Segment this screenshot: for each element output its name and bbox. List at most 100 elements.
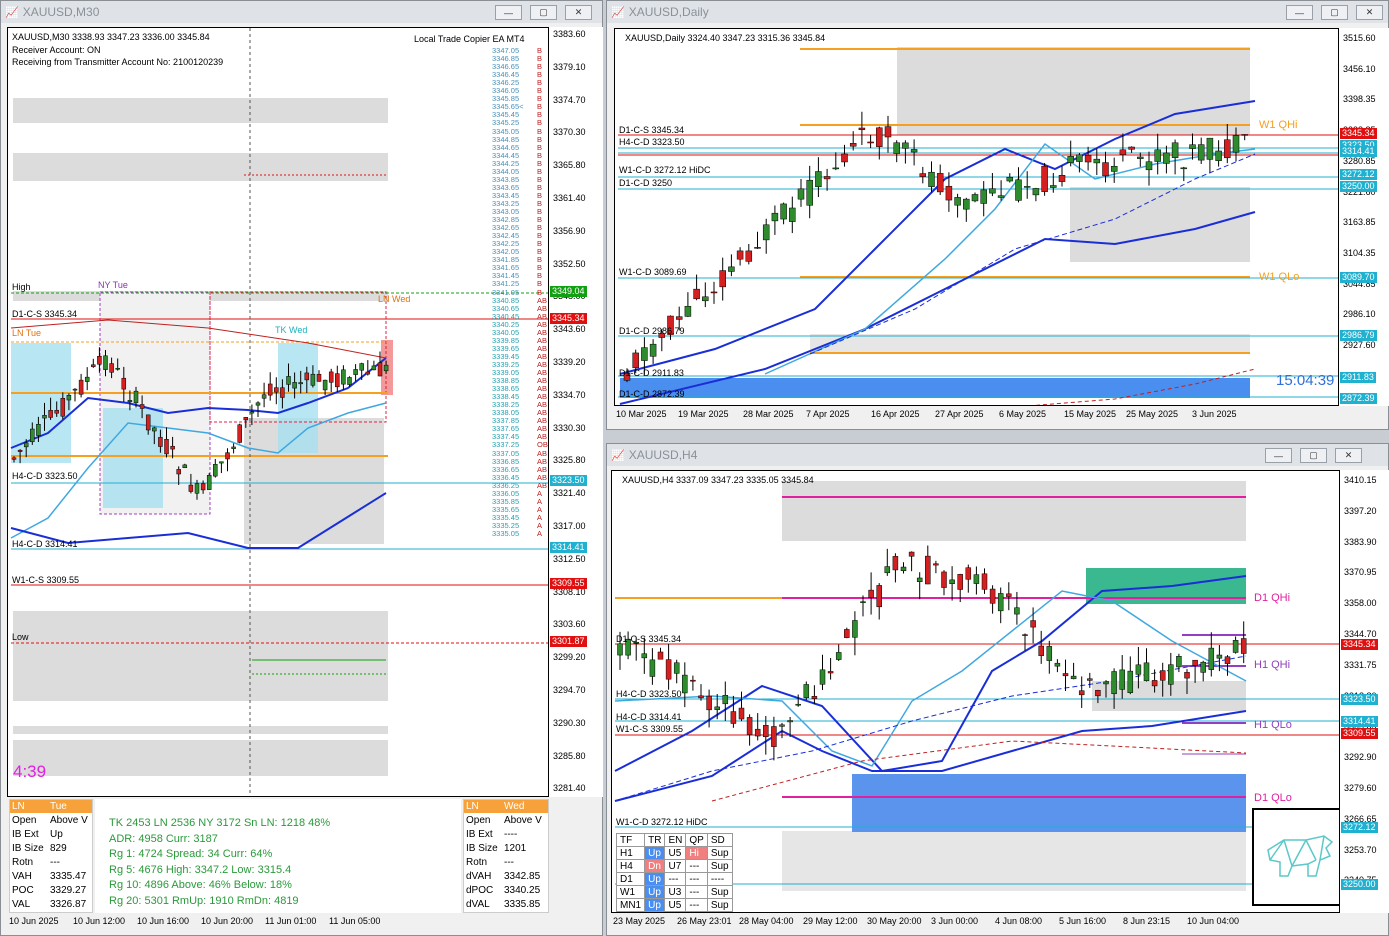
candle xyxy=(675,316,683,320)
level-w1-qhi: W1 QHi xyxy=(1259,119,1298,131)
level-d1-cs: D1-C-S 3345.34 xyxy=(12,309,78,319)
candle xyxy=(789,207,796,222)
candle xyxy=(706,695,712,711)
time-tick: 30 May 20:00 xyxy=(867,916,922,926)
time-tick: 7 Apr 2025 xyxy=(806,409,850,419)
close-button[interactable]: ✕ xyxy=(1335,448,1362,463)
price-tick: 2986.10 xyxy=(1343,309,1376,320)
trend-cell: Up xyxy=(644,885,666,899)
trend-row: W1 Up U3 --- Sup xyxy=(615,885,733,899)
trend-cell: W1 xyxy=(615,885,646,899)
candle xyxy=(206,475,212,490)
trend-cell: Hi xyxy=(685,846,708,860)
candle xyxy=(158,437,163,447)
candle xyxy=(1208,647,1215,670)
candle xyxy=(383,364,389,372)
candle xyxy=(641,653,648,659)
session-timer: 4:39 xyxy=(13,762,47,781)
candle xyxy=(728,266,735,272)
candle xyxy=(803,684,810,699)
candle xyxy=(30,428,35,443)
receiver-status: Receiver Account: ON xyxy=(12,45,101,55)
candle xyxy=(876,585,882,608)
trend-cell: ---- xyxy=(706,872,733,886)
candle xyxy=(736,250,744,260)
panel-label: dVAL xyxy=(466,899,490,910)
candle xyxy=(1232,135,1240,153)
candle xyxy=(1103,681,1109,685)
price-tag: 3323.50 xyxy=(550,475,587,486)
h4-window[interactable]: 📈 XAUUSD,H4 — ▢ ✕ XAUUSD,H4 3337.09 3347… xyxy=(606,443,1389,936)
candle xyxy=(884,126,892,138)
panel-value: 3335.47 xyxy=(50,871,87,882)
level-low: Low xyxy=(12,632,29,642)
candle xyxy=(858,127,866,130)
candle xyxy=(819,669,826,685)
minimize-button[interactable]: — xyxy=(1265,448,1292,463)
price-tick: 3370.95 xyxy=(1344,567,1377,578)
candle xyxy=(1084,154,1092,163)
panel-session: LN xyxy=(12,801,25,812)
time-tick: 3 Jun 00:00 xyxy=(931,916,979,926)
symbol-info: XAUUSD,H4 3337.09 3347.23 3335.05 3345.8… xyxy=(622,475,814,485)
candle xyxy=(261,394,267,399)
close-button[interactable]: ✕ xyxy=(1356,5,1383,20)
candle xyxy=(1050,185,1057,188)
trend-cell: TR xyxy=(644,833,666,847)
daily-window[interactable]: 📈 XAUUSD,Daily — ▢ ✕ XAUUSD,Daily 3324.4… xyxy=(606,0,1389,430)
candle xyxy=(916,577,923,582)
minimize-button[interactable]: — xyxy=(495,5,522,20)
m30-window[interactable]: 📈 XAUUSD,M30 — ▢ ✕ XAUUSD,M30 3338.93 33… xyxy=(0,0,603,936)
trend-cell: --- xyxy=(685,885,708,899)
price-tick: 3365.80 xyxy=(553,160,586,171)
price-tick: 3383.90 xyxy=(1344,536,1377,547)
h4-titlebar[interactable]: 📈 XAUUSD,H4 — ▢ ✕ xyxy=(607,444,1388,466)
candle xyxy=(823,176,831,180)
candle xyxy=(806,179,813,206)
panel-value: 3335.85 xyxy=(504,899,541,910)
candle xyxy=(771,212,779,222)
time-tick: 10 Jun 04:00 xyxy=(1187,916,1240,926)
level-w1-cd: W1-C-D 3089.69 xyxy=(619,267,687,277)
time-tick: 10 Mar 2025 xyxy=(616,409,667,419)
candle xyxy=(194,483,200,494)
candle xyxy=(1078,690,1085,696)
panel-header: LN Wed xyxy=(464,800,548,813)
price-tag: 3345.34 xyxy=(550,313,587,324)
trend-cell: EN xyxy=(664,833,687,847)
daily-chart[interactable]: XAUUSD,Daily 3324.40 3347.23 3315.36 334… xyxy=(614,28,1339,406)
trend-row: MN1 Up U5 --- Sup xyxy=(615,898,733,912)
close-button[interactable]: ✕ xyxy=(565,5,592,20)
candle xyxy=(1200,661,1206,673)
time-tick: 26 May 23:01 xyxy=(677,916,732,926)
trend-cell: Up xyxy=(644,898,666,912)
price-tag: 3345.34 xyxy=(1340,128,1377,139)
h4-chart[interactable]: XAUUSD,H4 3337.09 3347.23 3335.05 3345.8… xyxy=(611,470,1340,913)
candle xyxy=(835,652,842,660)
maximize-button[interactable]: ▢ xyxy=(1321,5,1348,20)
time-tick: 10 Jun 2025 xyxy=(9,916,59,926)
candle xyxy=(722,695,729,705)
candle xyxy=(1093,158,1101,164)
level-ln-tue: LN Tue xyxy=(12,328,42,338)
trend-cell: U7 xyxy=(664,859,687,873)
price-tag: 3349.04 xyxy=(550,286,587,297)
maximize-button[interactable]: ▢ xyxy=(530,5,557,20)
minimize-button[interactable]: — xyxy=(1286,5,1313,20)
candle xyxy=(973,574,980,584)
price-tick: 3361.40 xyxy=(553,193,586,203)
daily-titlebar[interactable]: 📈 XAUUSD,Daily — ▢ ✕ xyxy=(607,1,1388,23)
m30-chart[interactable]: XAUUSD,M30 3338.93 3347.23 3336.00 3345.… xyxy=(7,27,549,797)
value-area-box xyxy=(13,98,388,123)
candle xyxy=(1041,165,1048,192)
m30-time-axis: 10 Jun 2025 10 Jun 12:00 10 Jun 16:00 10 Ju… xyxy=(7,913,549,933)
m30-titlebar[interactable]: 📈 XAUUSD,M30 — ▢ ✕ xyxy=(1,1,602,23)
candle xyxy=(649,343,657,357)
trend-cell: --- xyxy=(685,859,708,873)
stats-panel: TK 2453 LN 2536 NY 3172 Sn LN: 1218 48% A… xyxy=(95,799,461,913)
candle xyxy=(359,363,364,371)
candle xyxy=(1014,607,1020,615)
panel-value: 3329.27 xyxy=(50,885,87,896)
time-tick: 5 Jun 16:00 xyxy=(1059,916,1107,926)
maximize-button[interactable]: ▢ xyxy=(1300,448,1327,463)
